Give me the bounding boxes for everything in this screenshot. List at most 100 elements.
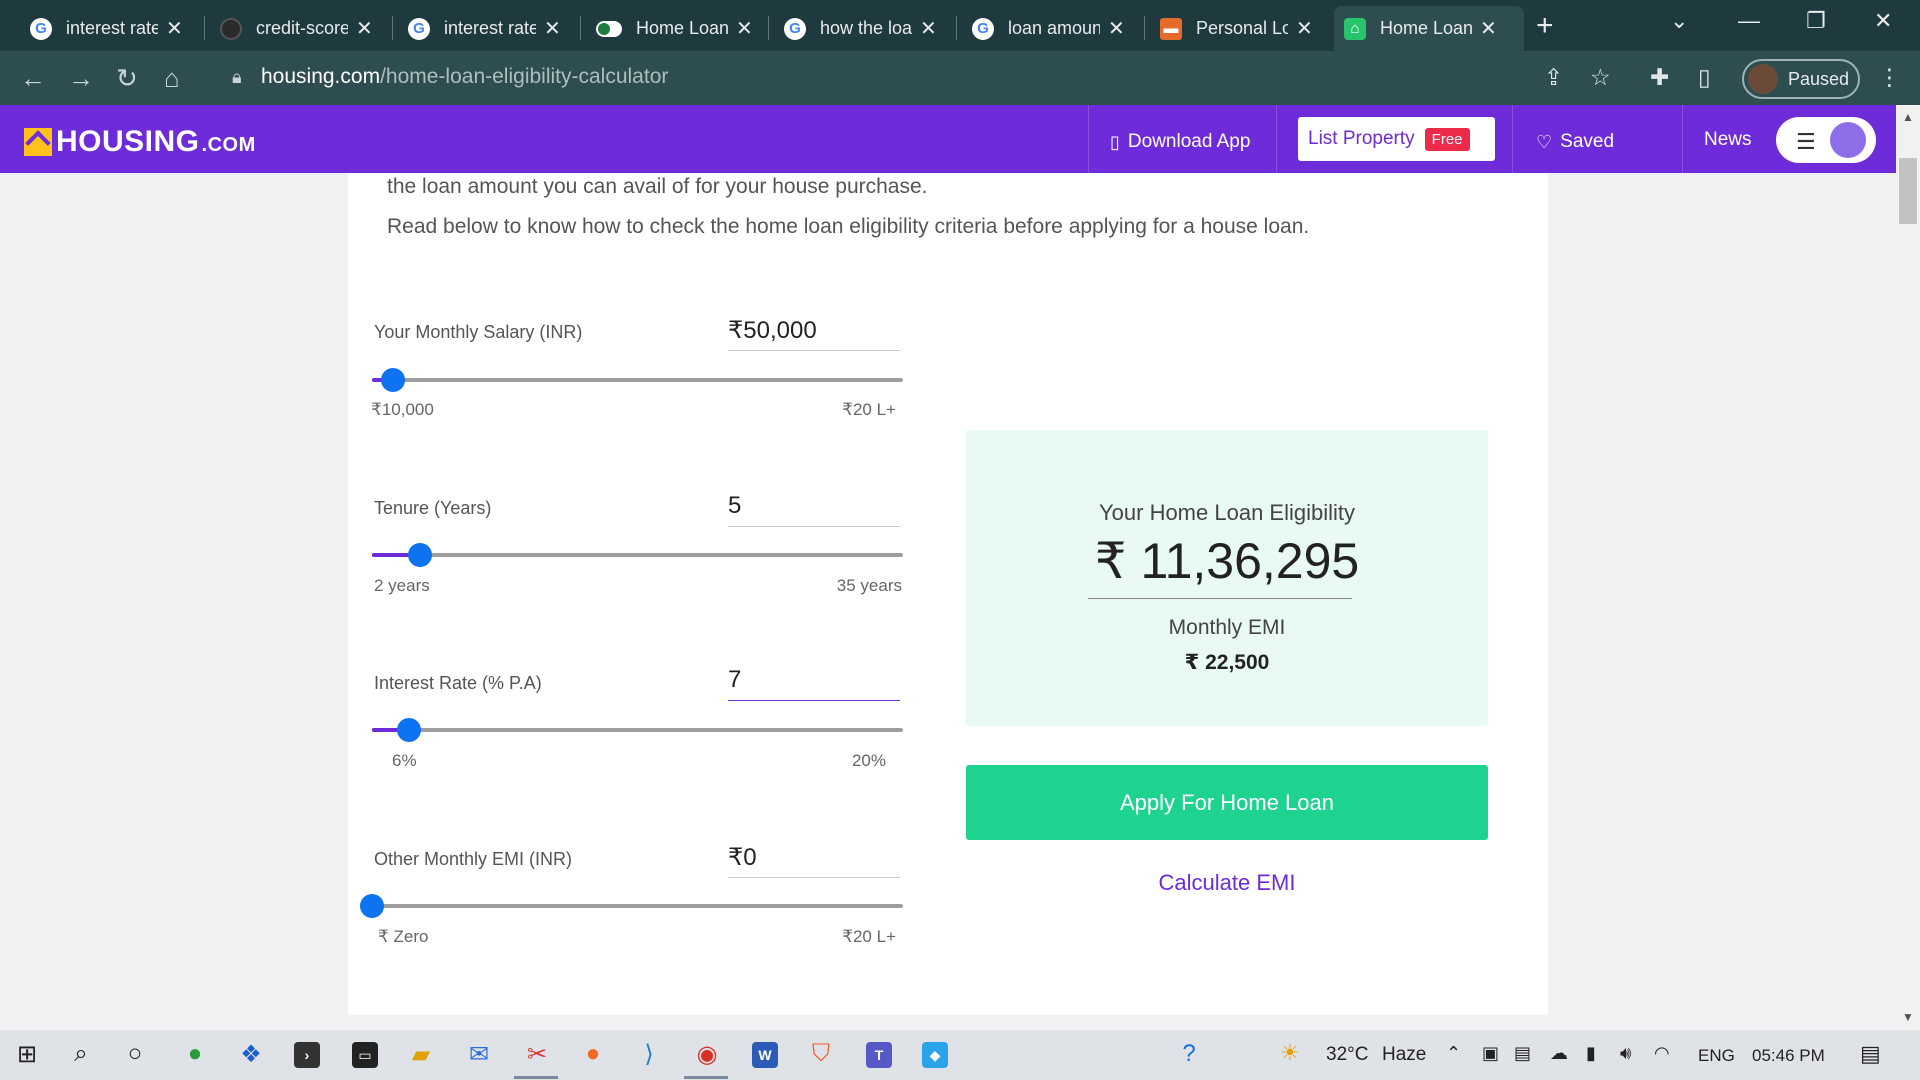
monthly-emi-value: ₹ 22,500 (1184, 651, 1270, 674)
apply-home-loan-button[interactable]: Apply For Home Loan (966, 765, 1488, 840)
new-tab-button[interactable]: + (1536, 9, 1554, 43)
mail-icon[interactable]: ✉ (464, 1040, 494, 1069)
dropbox-icon[interactable]: ❖ (236, 1040, 266, 1069)
close-icon[interactable]: ✕ (920, 16, 937, 41)
github-icon (220, 17, 242, 40)
app-icon[interactable]: ● (180, 1040, 210, 1068)
weather-text[interactable]: Haze (1382, 1044, 1426, 1066)
reload-icon[interactable]: ↻ (116, 63, 138, 94)
meet-icon[interactable]: ▤ (1514, 1043, 1531, 1064)
close-icon[interactable]: ✕ (356, 16, 373, 41)
tab-search-icon[interactable]: ⌄ (1670, 8, 1688, 34)
salary-input[interactable] (728, 314, 900, 351)
windows-taskbar: ⊞ ⌕ ○ ● ❖ › ▭ ▰ ✉ ✂ ● ⟩ ◉ W ⛉ T ◆ ? ☀ 32… (0, 1030, 1920, 1080)
file-explorer-icon[interactable]: ▰ (406, 1040, 436, 1069)
interest-rate-input[interactable] (728, 664, 900, 701)
browser-tab[interactable]: G how the loan ✕ (774, 6, 952, 51)
browser-tab[interactable]: G interest rate ✕ (398, 6, 576, 51)
minimize-icon[interactable]: — (1738, 8, 1760, 34)
snipping-icon[interactable]: ✂ (522, 1040, 552, 1069)
salary-max-label: ₹20 L+ (842, 400, 896, 419)
profile-button[interactable]: Paused (1742, 59, 1860, 99)
lock-icon[interactable]: 🔒︎ (232, 67, 242, 88)
console-icon[interactable]: ▭ (352, 1042, 378, 1068)
scroll-down-arrow-icon[interactable]: ▼ (1902, 1010, 1914, 1024)
tenure-slider[interactable] (372, 543, 903, 567)
weather-icon[interactable]: ☀ (1280, 1040, 1300, 1066)
wifi-icon[interactable]: ◠ (1654, 1043, 1670, 1064)
close-icon[interactable]: ✕ (1108, 16, 1125, 41)
temperature[interactable]: 32°C (1326, 1044, 1368, 1066)
back-icon[interactable]: ← (20, 63, 46, 94)
other-emi-min-label: ₹ Zero (378, 927, 429, 946)
help-icon[interactable]: ? (1174, 1040, 1204, 1068)
list-property-button[interactable]: List Property Free (1298, 117, 1495, 161)
account-menu-button[interactable]: ☰ (1776, 117, 1876, 163)
url-text[interactable]: housing.com/home-loan-eligibility-calcul… (261, 65, 668, 89)
terminal-icon[interactable]: › (294, 1042, 320, 1068)
page-scrollbar[interactable] (1896, 105, 1920, 1030)
close-icon[interactable]: ✕ (736, 16, 753, 41)
close-window-icon[interactable]: ✕ (1874, 8, 1892, 34)
notifications-icon[interactable]: ▤ (1860, 1041, 1881, 1067)
other-emi-slider[interactable] (360, 894, 903, 918)
other-emi-slider-thumb[interactable] (360, 894, 384, 918)
tenure-slider-thumb[interactable] (407, 543, 432, 567)
intro-text-line-1: the loan amount you can avail of for you… (387, 175, 928, 198)
interest-rate-slider[interactable] (372, 718, 903, 742)
vscode-icon[interactable]: ⟩ (634, 1040, 664, 1069)
browser-tab[interactable]: G interest rate ✕ (20, 6, 198, 51)
browser-tab[interactable]: ▬ Personal Lo ✕ (1150, 6, 1328, 51)
clock[interactable]: 05:46 PM (1752, 1046, 1825, 1066)
close-icon[interactable]: ✕ (1296, 16, 1313, 41)
show-hidden-icons-chevron-icon[interactable]: ⌃ (1446, 1043, 1461, 1064)
housing-logo[interactable]: HOUSING .COM (24, 125, 256, 159)
calculate-emi-link[interactable]: Calculate EMI (966, 870, 1488, 896)
header-divider (1276, 105, 1277, 173)
battery-icon[interactable]: ▮ (1586, 1043, 1596, 1064)
tab-divider (392, 16, 393, 40)
active-app-indicator (514, 1076, 558, 1079)
volume-icon[interactable]: 🔊︎ (1620, 1043, 1631, 1064)
search-icon[interactable]: ⌕ (66, 1040, 96, 1068)
windows-start-icon[interactable]: ⊞ (12, 1040, 42, 1069)
postman-icon[interactable]: ● (578, 1040, 608, 1068)
chrome-icon[interactable]: ◉ (692, 1040, 722, 1069)
saved-link[interactable]: ♡ Saved (1536, 131, 1614, 153)
list-property-label: List Property (1308, 128, 1415, 149)
browser-tab[interactable]: Home Loan ✕ (586, 6, 764, 51)
task-view-icon[interactable]: ○ (120, 1040, 150, 1068)
browser-tab-active[interactable]: ⌂ Home Loan ✕ (1334, 6, 1524, 51)
restore-icon[interactable]: ❐ (1806, 8, 1826, 34)
news-link[interactable]: News (1704, 129, 1752, 151)
logo-text: HOUSING (56, 125, 200, 158)
bookmark-star-icon[interactable]: ☆ (1590, 64, 1611, 91)
more-menu-icon[interactable]: ⋮ (1878, 64, 1901, 91)
scrollbar-thumb[interactable] (1899, 158, 1917, 224)
side-panel-icon[interactable]: ▯ (1698, 64, 1711, 91)
teams-icon[interactable]: T (866, 1042, 892, 1068)
url-host: housing.com (261, 65, 381, 88)
google-icon: G (784, 17, 806, 40)
interest-rate-slider-thumb[interactable] (397, 718, 422, 742)
home-icon[interactable]: ⌂ (164, 63, 180, 94)
tenure-input[interactable] (728, 490, 900, 527)
forward-icon[interactable]: → (68, 63, 94, 94)
share-icon[interactable]: ⇪ (1544, 64, 1563, 91)
other-emi-input[interactable] (728, 841, 900, 878)
camera-icon[interactable]: ▣ (1482, 1043, 1499, 1064)
close-icon[interactable]: ✕ (166, 16, 183, 41)
salary-slider[interactable] (372, 368, 903, 392)
brave-icon[interactable]: ⛉ (806, 1040, 836, 1068)
extensions-icon[interactable]: ✚ (1650, 64, 1669, 91)
close-icon[interactable]: ✕ (1480, 16, 1497, 41)
browser-tab[interactable]: credit-score ✕ (210, 6, 388, 51)
download-app-link[interactable]: ▯ Download App (1110, 131, 1250, 153)
onedrive-cloud-icon[interactable]: ☁ (1550, 1043, 1568, 1064)
scroll-up-arrow-icon[interactable]: ▲ (1902, 110, 1914, 124)
docker-icon[interactable]: ◆ (922, 1042, 948, 1068)
browser-tab[interactable]: G loan amount ✕ (962, 6, 1140, 51)
language-indicator[interactable]: ENG (1698, 1046, 1735, 1066)
close-icon[interactable]: ✕ (544, 16, 561, 41)
word-icon[interactable]: W (752, 1042, 778, 1068)
